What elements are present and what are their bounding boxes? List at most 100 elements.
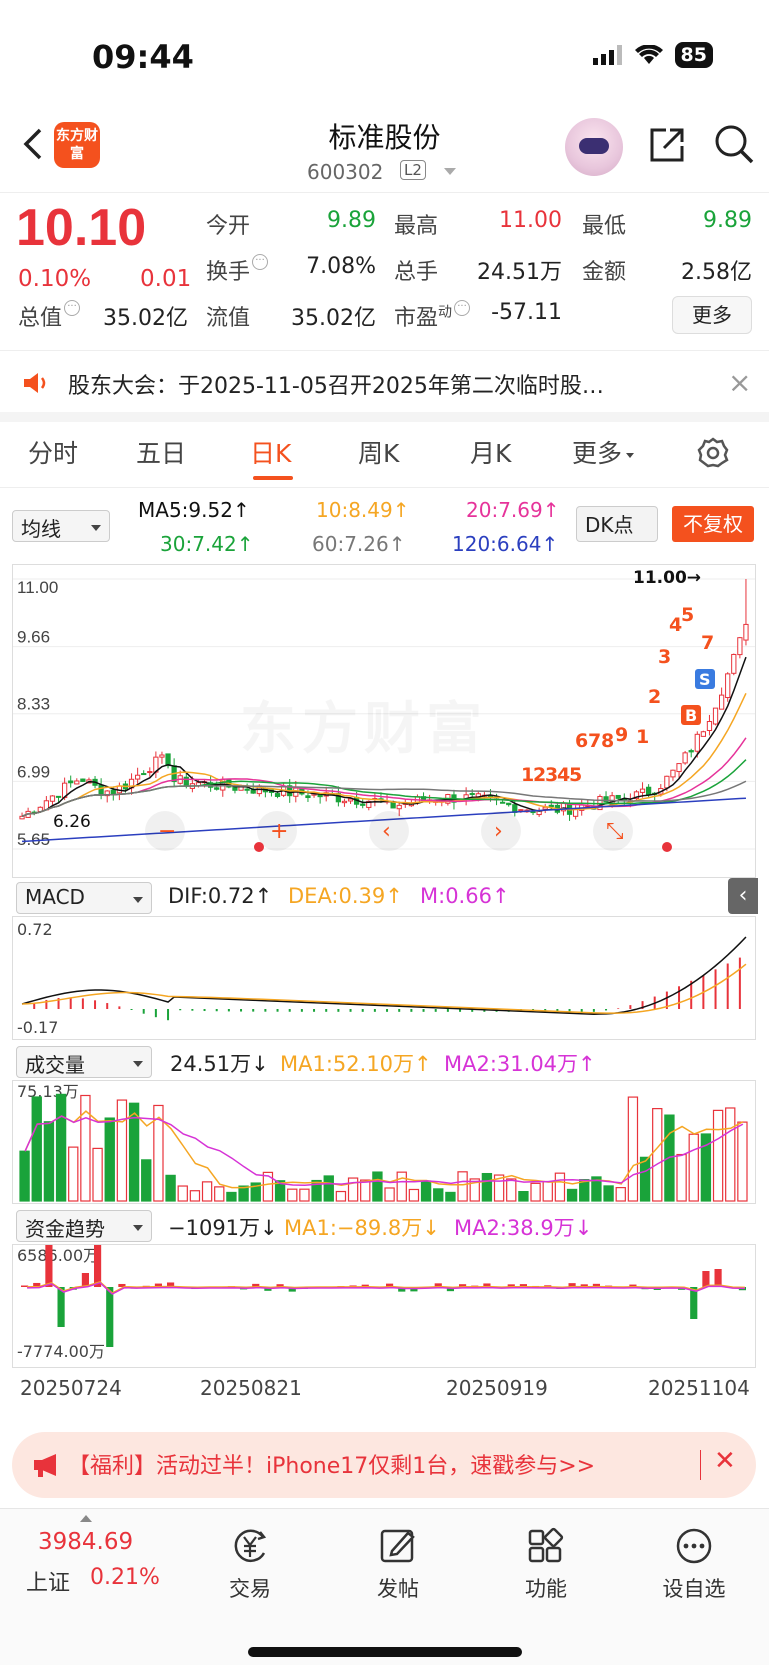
- nav-trade[interactable]: 交易: [190, 1527, 310, 1603]
- macd-top-label: 0.72: [17, 920, 53, 939]
- megaphone-icon: [34, 1454, 56, 1477]
- adjust-button[interactable]: 不复权: [672, 506, 754, 542]
- candle-body: [250, 789, 256, 794]
- candle-body: [214, 787, 220, 790]
- fund-chart[interactable]: 6586.00万 -7774.00万: [12, 1235, 756, 1368]
- fund-bottom-label: -7774.00万: [17, 1342, 105, 1361]
- volume-chart[interactable]: 75.13万: [12, 1080, 756, 1204]
- macd-dif: DIF:0.72↑: [168, 884, 273, 908]
- volume-bar: [481, 1172, 493, 1202]
- code-dropdown-icon[interactable]: [444, 168, 456, 175]
- ma-legend: 均线 MA5:9.52↑ 10:8.49↑ 20:7.69↑ 30:7.42↑ …: [0, 498, 769, 566]
- volume-bar: [433, 1188, 444, 1202]
- fund-selector[interactable]: 资金趋势: [16, 1210, 152, 1242]
- candle-body: [682, 752, 688, 764]
- volume-bar: [445, 1191, 456, 1202]
- trade-yen-icon: [234, 1529, 267, 1563]
- volume-bar: [201, 1181, 213, 1202]
- td-signal-number: 5: [681, 604, 694, 626]
- macd-chart[interactable]: 0.72 -0.17: [12, 916, 756, 1040]
- volume-bar: [360, 1179, 371, 1202]
- tab-five-day[interactable]: 五日: [136, 434, 186, 470]
- fund-bar: [57, 1287, 65, 1327]
- close-icon[interactable]: ✕: [714, 1446, 736, 1476]
- candle-body: [645, 786, 652, 796]
- settings-gear-icon[interactable]: [696, 436, 730, 470]
- notice-bar[interactable]: 股东大会：于2025-11-05召开2025年第二次临时股… ×: [0, 356, 769, 410]
- candle-body: [670, 769, 676, 778]
- tab-daily-k[interactable]: 日K: [250, 434, 291, 470]
- td-signal-number: 8: [601, 730, 614, 752]
- macd-legend: MACD DIF:0.72↑ DEA:0.39↑ M:0.66↑ ‹: [0, 878, 769, 916]
- high-label: 最高: [394, 214, 439, 239]
- amount-label: 金额: [582, 260, 627, 285]
- nav-post[interactable]: 发帖: [338, 1527, 458, 1603]
- status-bar: 09:44 85: [0, 0, 769, 110]
- candle-body: [694, 733, 700, 752]
- speaker-icon: [24, 373, 46, 393]
- mktcap-label: 总值 ···: [18, 300, 81, 332]
- volume-bar: [189, 1190, 201, 1202]
- td-signal-number: 2: [648, 686, 661, 708]
- sell-badge-label: S: [699, 670, 711, 689]
- volume-bar: [420, 1180, 432, 1202]
- ma120-value: 120:6.64↑: [452, 532, 559, 556]
- td-signal-number: 6: [575, 730, 588, 752]
- volume-legend: 成交量 24.51万↓ MA1:52.10万↑ MA2:31.04万↑: [0, 1044, 769, 1080]
- candle-body: [98, 784, 104, 796]
- volume-top-label: 75.13万: [17, 1082, 79, 1101]
- candle-body: [499, 801, 506, 804]
- volume-bar: [627, 1096, 639, 1202]
- nav-add-watchlist[interactable]: 设自选: [634, 1527, 754, 1603]
- active-tab-indicator: [253, 476, 293, 480]
- index-value[interactable]: 3984.69: [38, 1529, 133, 1555]
- close-icon[interactable]: ×: [728, 366, 751, 399]
- candle-body: [615, 794, 621, 799]
- macd-selector[interactable]: MACD: [16, 882, 152, 914]
- candle-body: [238, 786, 244, 791]
- stock-code[interactable]: 600302: [307, 160, 383, 184]
- volume-bar: [43, 1121, 55, 1202]
- tab-monthly-k[interactable]: 月K: [470, 434, 511, 470]
- tab-weekly-k[interactable]: 周K: [358, 434, 399, 470]
- collapse-panel-icon[interactable]: ‹: [728, 878, 758, 914]
- volume-bar: [92, 1147, 103, 1202]
- promo-banner[interactable]: 【福利】活动过半！iPhone17仅剩1台，速戳参与>> ✕: [12, 1432, 756, 1498]
- candle-body: [639, 788, 646, 793]
- volume-bar: [372, 1171, 383, 1202]
- candle-body: [347, 798, 354, 802]
- volume-bar: [55, 1093, 67, 1202]
- chart-control-glyph: −: [158, 819, 176, 844]
- volume-bar: [530, 1182, 541, 1202]
- more-button[interactable]: 更多: [672, 296, 752, 334]
- ma-selector[interactable]: 均线: [12, 510, 110, 542]
- candle-body: [737, 637, 743, 656]
- nav-functions[interactable]: 功能: [486, 1527, 606, 1603]
- volume-selector[interactable]: 成交量: [16, 1046, 152, 1078]
- search-icon[interactable]: [712, 122, 756, 166]
- share-icon[interactable]: [646, 124, 688, 166]
- dk-point-button[interactable]: DK点: [576, 506, 658, 542]
- volume-bar: [19, 1150, 30, 1202]
- volume-bar: [518, 1191, 529, 1202]
- notice-text: 股东大会：于2025-11-05召开2025年第二次临时股…: [68, 374, 604, 399]
- y-tick-label: 9.66: [17, 628, 50, 647]
- fund-value: −1091万↓: [168, 1216, 278, 1240]
- candle-body: [731, 653, 737, 674]
- expand-caret-icon[interactable]: [80, 1515, 92, 1522]
- index-percent: 0.21%: [90, 1565, 160, 1590]
- candle-body: [360, 803, 366, 806]
- date-label: 20250919: [446, 1376, 548, 1400]
- candle-body: [232, 786, 238, 791]
- tab-intraday[interactable]: 分时: [28, 434, 78, 470]
- volume-value: 24.51万↓: [170, 1052, 269, 1076]
- ai-assistant-avatar[interactable]: [565, 118, 623, 176]
- td-signal-number: 7: [588, 730, 601, 752]
- ma60-value: 60:7.26↑: [312, 532, 406, 556]
- tab-more[interactable]: 更多: [572, 434, 635, 470]
- fund-bar: [702, 1271, 710, 1287]
- high-value: 11.00: [499, 208, 562, 233]
- y-tick-label: 8.33: [17, 695, 50, 714]
- td-signal-number: 1: [636, 726, 649, 748]
- candle-body: [55, 795, 62, 798]
